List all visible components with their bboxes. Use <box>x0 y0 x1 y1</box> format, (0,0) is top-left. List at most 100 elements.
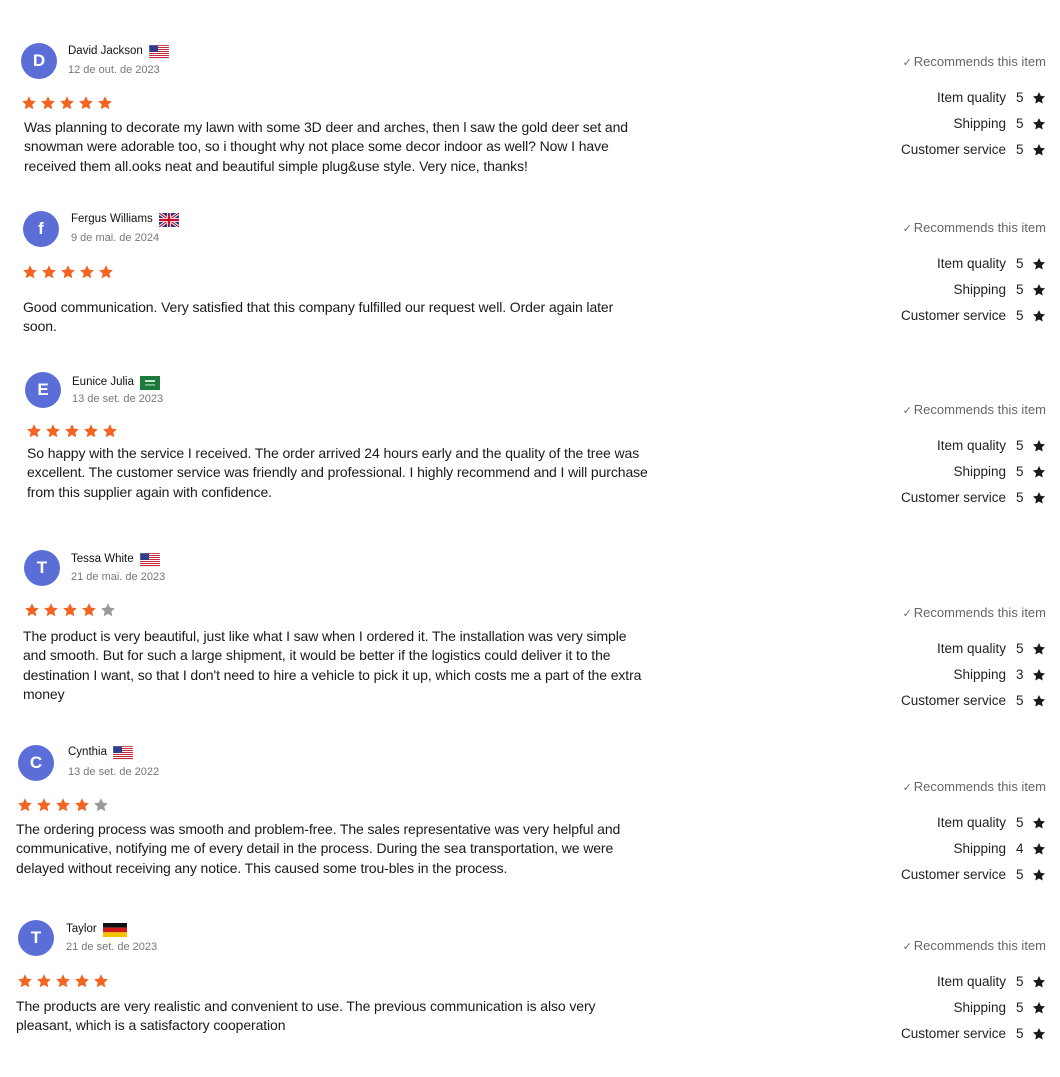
reviewer-name-row: Eunice Julia <box>72 375 161 390</box>
review-scores: ✓ Recommends this item Item quality 5 Shippi… <box>856 220 1046 340</box>
recommends-badge: ✓ Recommends this item <box>903 220 1046 235</box>
score-label: Customer service <box>900 1026 1006 1041</box>
review-date: 21 de set. de 2023 <box>66 941 158 953</box>
recommends-badge: ✓ Recommends this item <box>903 938 1046 953</box>
star-filled-icon <box>79 264 95 280</box>
avatar: T <box>18 920 54 956</box>
score-value: 5 <box>1016 90 1024 105</box>
star-filled-icon <box>62 602 78 618</box>
star-icon <box>1032 642 1046 656</box>
reviewer-name: Taylor <box>66 923 97 935</box>
star-icon <box>1032 694 1046 708</box>
reviewer-name: Fergus Williams <box>71 213 153 225</box>
star-icon <box>1032 842 1046 856</box>
star-filled-icon <box>43 602 59 618</box>
score-label: Customer service <box>900 490 1006 505</box>
review-text: The ordering process was smooth and prob… <box>16 821 621 876</box>
us-flag-icon <box>139 552 160 568</box>
star-filled-icon <box>74 973 90 989</box>
star-rating <box>26 423 118 439</box>
score-label: Item quality <box>936 641 1006 656</box>
star-icon <box>1032 465 1046 479</box>
star-rating <box>17 973 109 989</box>
score-value: 5 <box>1016 974 1024 989</box>
check-icon: ✓ <box>902 405 912 417</box>
score-label: Item quality <box>936 815 1006 830</box>
score-label: Customer service <box>900 867 1006 882</box>
review-date: 13 de set. de 2022 <box>68 766 160 778</box>
score-row: Shipping 3 <box>953 667 1046 682</box>
recommends-badge: ✓ Recommends this item <box>903 779 1046 794</box>
score-value: 5 <box>1016 116 1024 131</box>
score-value: 5 <box>1016 693 1024 708</box>
score-row: Shipping 5 <box>953 116 1046 131</box>
review-date: 9 de mai. de 2024 <box>71 232 160 244</box>
score-label: Shipping <box>953 116 1006 131</box>
us-flag-icon <box>148 44 170 60</box>
check-icon: ✓ <box>902 57 912 69</box>
score-label: Shipping <box>953 841 1006 856</box>
star-rating <box>24 602 116 618</box>
score-row: Shipping 5 <box>953 282 1046 297</box>
star-icon <box>1032 257 1046 271</box>
star-filled-icon <box>36 973 52 989</box>
score-value: 5 <box>1016 815 1024 830</box>
avatar: f <box>23 211 59 247</box>
star-filled-icon <box>74 797 90 813</box>
score-row: Customer service 5 <box>901 693 1046 708</box>
reviewer-name-row: Fergus Williams <box>71 211 180 229</box>
star-filled-icon <box>83 423 99 439</box>
star-filled-icon <box>59 95 75 111</box>
star-icon <box>1032 1027 1046 1041</box>
score-value: 5 <box>1016 464 1024 479</box>
us-flag-icon <box>112 745 134 761</box>
score-row: Item quality 5 <box>937 90 1046 105</box>
score-row: Shipping 4 <box>953 841 1046 856</box>
star-filled-icon <box>41 264 57 280</box>
review-scores: ✓ Recommends this item Item quality 5 Shippi… <box>856 779 1046 899</box>
score-label: Shipping <box>953 1000 1006 1015</box>
star-icon <box>1032 439 1046 453</box>
avatar: C <box>18 745 54 781</box>
score-label: Shipping <box>953 667 1006 682</box>
star-filled-icon <box>22 264 38 280</box>
review-text: Good communication. Very satisfied that … <box>23 299 614 335</box>
score-row: Customer service 5 <box>901 142 1046 157</box>
star-icon <box>1032 668 1046 682</box>
score-row: Customer service 5 <box>901 308 1046 323</box>
star-filled-icon <box>21 95 37 111</box>
recommends-label: Recommends this item <box>913 220 1046 235</box>
star-filled-icon <box>26 423 42 439</box>
star-filled-icon <box>17 973 33 989</box>
score-value: 5 <box>1016 641 1024 656</box>
star-filled-icon <box>102 423 118 439</box>
check-icon: ✓ <box>902 223 912 235</box>
reviewer-name-row: Tessa White <box>71 552 160 568</box>
score-row: Shipping 5 <box>953 464 1046 479</box>
review-date: 13 de set. de 2023 <box>72 393 164 405</box>
reviewer-name: Eunice Julia <box>72 376 135 388</box>
avatar: T <box>24 550 60 586</box>
star-filled-icon <box>97 95 113 111</box>
score-value: 5 <box>1016 142 1024 157</box>
score-value: 5 <box>1016 308 1024 323</box>
star-filled-icon <box>60 264 76 280</box>
star-filled-icon <box>45 423 61 439</box>
star-filled-icon <box>36 797 52 813</box>
star-filled-icon <box>55 797 71 813</box>
score-row: Customer service 5 <box>901 490 1046 505</box>
score-value: 4 <box>1016 841 1024 856</box>
star-filled-icon <box>98 264 114 280</box>
star-filled-icon <box>78 95 94 111</box>
star-filled-icon <box>40 95 56 111</box>
recommends-badge: ✓ Recommends this item <box>903 402 1046 417</box>
avatar: E <box>25 372 61 408</box>
star-filled-icon <box>55 973 71 989</box>
star-empty-icon <box>100 602 116 618</box>
score-value: 5 <box>1016 490 1024 505</box>
score-row: Customer service 5 <box>901 1026 1046 1041</box>
avatar: D <box>21 43 57 79</box>
recommends-label: Recommends this item <box>913 779 1046 794</box>
recommends-label: Recommends this item <box>913 402 1046 417</box>
star-icon <box>1032 309 1046 323</box>
